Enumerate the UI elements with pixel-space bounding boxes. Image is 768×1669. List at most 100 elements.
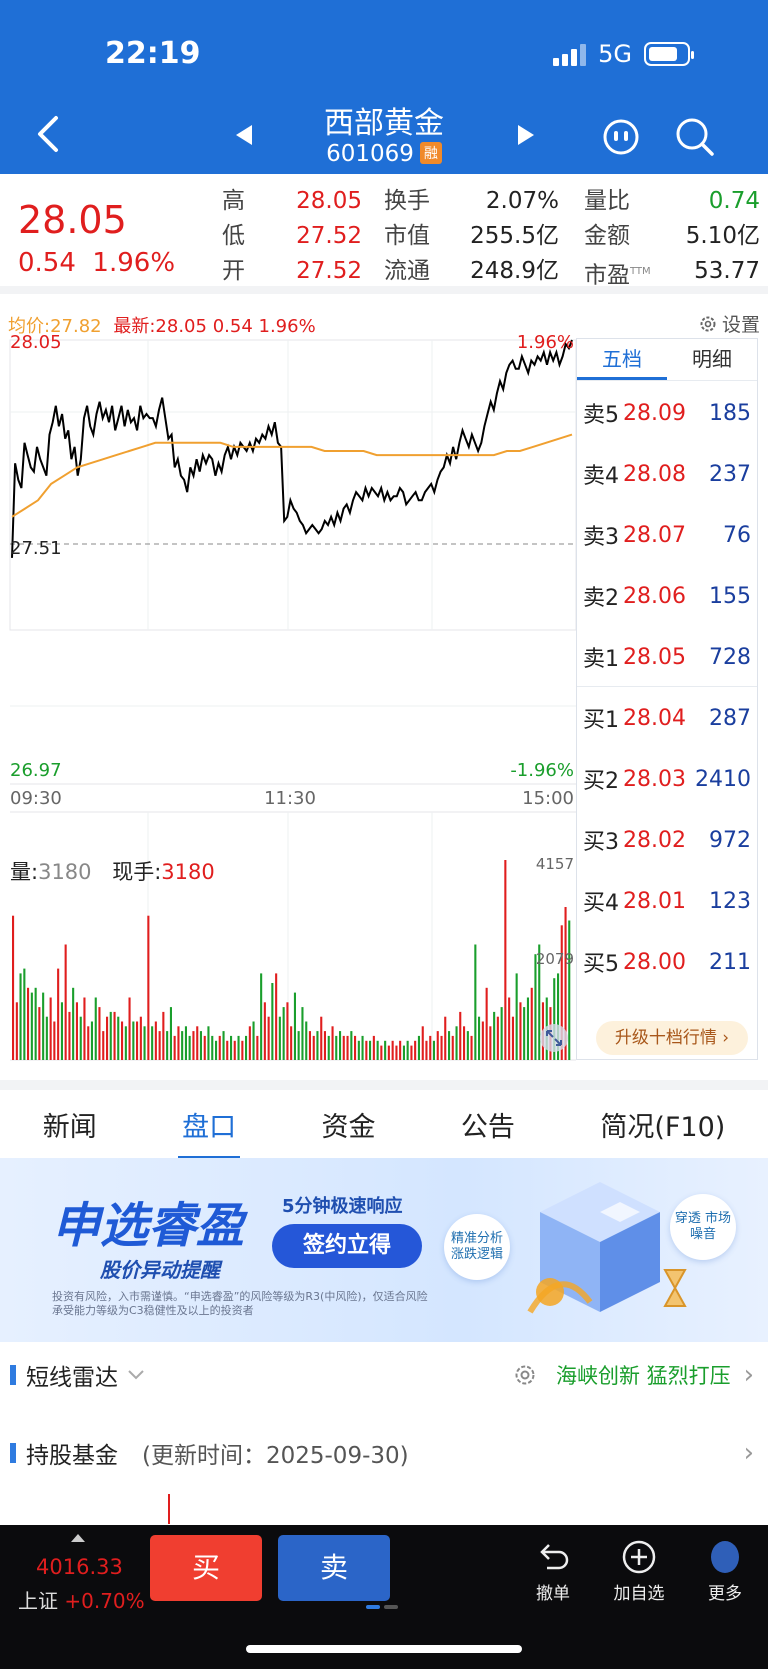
caret-up-icon[interactable]: [70, 1533, 86, 1543]
volume-bar: [278, 1016, 281, 1060]
level-label: 卖3: [583, 525, 619, 550]
volume-bar: [391, 1040, 394, 1060]
tab-five-levels[interactable]: 五档: [577, 339, 667, 380]
axis-bottom-price: 26.97: [10, 760, 62, 781]
volume-bar: [42, 992, 45, 1060]
volume-bar: [425, 1040, 428, 1060]
upgrade-ten-levels-button[interactable]: 升级十档行情 ›: [596, 1021, 748, 1055]
volume-bar: [335, 1035, 338, 1060]
volume-bar: [380, 1045, 383, 1060]
volume-bar: [30, 992, 33, 1060]
volume-bar: [361, 1035, 364, 1060]
banner-bubble-noise: 穿透 市场噪音: [670, 1194, 736, 1260]
tab-funds[interactable]: 资金: [318, 1105, 380, 1144]
volume-bar: [263, 1002, 266, 1060]
book-divider: [577, 686, 757, 687]
radar-tags: 海峡创新 猛烈打压: [556, 1364, 731, 1388]
volume-bar: [75, 1002, 78, 1060]
banner-title: 申选睿盈: [52, 1198, 245, 1254]
bid-row[interactable]: 买1 28.04 287: [583, 688, 751, 748]
tab-news[interactable]: 新闻: [39, 1105, 101, 1144]
add-circle-icon: [622, 1540, 656, 1574]
volume-bar: [508, 997, 511, 1060]
volume-bar: [534, 954, 537, 1060]
expand-icon[interactable]: [540, 1024, 568, 1052]
level-volume: 211: [709, 949, 751, 975]
chart-settings-button[interactable]: 设置: [698, 310, 760, 337]
volume-bar: [395, 1045, 398, 1060]
volume-bar: [459, 1011, 462, 1060]
volume-bar: [139, 1016, 142, 1060]
stats-col-1: 高 28.05 低 27.52 开 27.52: [222, 184, 362, 289]
float-value: 248.9亿: [470, 258, 559, 284]
ask-row[interactable]: 卖1 28.05 728: [583, 627, 751, 687]
volume-bar: [444, 1016, 447, 1060]
volume-bar: [113, 1011, 116, 1060]
volume-bar: [233, 1040, 236, 1060]
volume-bar: [60, 1002, 63, 1060]
margin-tag: 融: [419, 142, 442, 164]
volume-bar: [384, 1040, 387, 1060]
more-icon: [711, 1541, 739, 1573]
volume-bar: [448, 1031, 451, 1060]
fund-row[interactable]: 持股基金 (更新时间：2025-09-30) ›: [0, 1418, 768, 1488]
volume-bar: [297, 1031, 300, 1060]
volume-bar: [568, 920, 571, 1060]
fund-updated: (更新时间：2025-09-30): [142, 1443, 409, 1469]
bid-row[interactable]: 买4 28.01 123: [583, 871, 751, 931]
gear-icon[interactable]: [512, 1362, 538, 1388]
bid-row[interactable]: 买3 28.02 972: [583, 810, 751, 870]
radar-row[interactable]: 短线雷达 海峡创新 猛烈打压 ›: [0, 1340, 768, 1410]
volume-bar: [523, 1007, 526, 1060]
index-value[interactable]: 4016.33: [36, 1555, 123, 1579]
volume-bar: [226, 1040, 229, 1060]
bid-row[interactable]: 买2 28.03 2410: [583, 749, 751, 809]
index-name: 上证 +0.70%: [18, 1589, 145, 1613]
chevron-right-icon[interactable]: ›: [744, 1438, 754, 1468]
volume-bar: [245, 1035, 248, 1060]
sell-button[interactable]: 卖: [278, 1535, 390, 1601]
cancel-order-button[interactable]: 撤单: [518, 1535, 588, 1604]
volume-bar: [98, 1007, 101, 1060]
volume-bar: [184, 1026, 187, 1060]
search-icon[interactable]: [674, 116, 716, 158]
chat-icon[interactable]: [602, 118, 640, 156]
more-button[interactable]: 更多: [690, 1535, 760, 1604]
level-label: 卖1: [583, 647, 619, 672]
chevron-right-icon[interactable]: ›: [744, 1360, 754, 1390]
level-price: 28.05: [623, 644, 686, 670]
ask-row[interactable]: 卖5 28.09 185: [583, 383, 751, 443]
volume-bar: [267, 1016, 270, 1060]
volume-bar: [241, 1040, 244, 1060]
next-stock-icon[interactable]: [518, 125, 534, 145]
tab-profile[interactable]: 简况(F10): [596, 1105, 729, 1144]
bid-row[interactable]: 买5 28.00 211: [583, 932, 751, 992]
volume-bar: [136, 1021, 139, 1060]
add-watchlist-button[interactable]: 加自选: [604, 1535, 674, 1604]
level-label: 买3: [583, 830, 619, 855]
volume-bar: [463, 1026, 466, 1060]
ask-row[interactable]: 卖4 28.08 237: [583, 444, 751, 504]
volume-bar: [387, 1045, 390, 1060]
stock-code: 601069: [326, 141, 414, 167]
level-price: 28.01: [623, 888, 686, 914]
buy-button[interactable]: 买: [150, 1535, 262, 1601]
level-price: 28.08: [623, 461, 686, 487]
volume-bar: [87, 1026, 90, 1060]
banner-bubble-analysis: 精准分析 涨跌逻辑: [444, 1214, 510, 1280]
banner-signup-button[interactable]: 签约立得: [272, 1224, 422, 1268]
vol-axis-mid: 2079: [536, 950, 574, 968]
volume-header: 量:3180 现手:3180: [10, 860, 215, 884]
time-label-open: 09:30: [10, 788, 62, 809]
order-book: 五档 明细 卖5 28.09 185 卖4 28.08 237 卖3 28.07 76 卖2 28.…: [576, 338, 758, 1060]
ask-row[interactable]: 卖2 28.06 155: [583, 566, 751, 626]
promo-banner[interactable]: 申选睿盈 股价异动提醒 5分钟极速响应 签约立得 投资有风险，入市需谨慎。“申选…: [0, 1158, 768, 1342]
ask-row[interactable]: 卖3 28.07 76: [583, 505, 751, 565]
tab-details[interactable]: 明细: [667, 339, 757, 380]
volume-bar: [121, 1021, 124, 1060]
tab-orderbook[interactable]: 盘口: [178, 1105, 241, 1160]
chevron-down-icon[interactable]: [126, 1368, 146, 1382]
tab-announcements[interactable]: 公告: [457, 1105, 519, 1144]
signal-icon: [553, 42, 587, 66]
volume-bar: [27, 987, 30, 1060]
